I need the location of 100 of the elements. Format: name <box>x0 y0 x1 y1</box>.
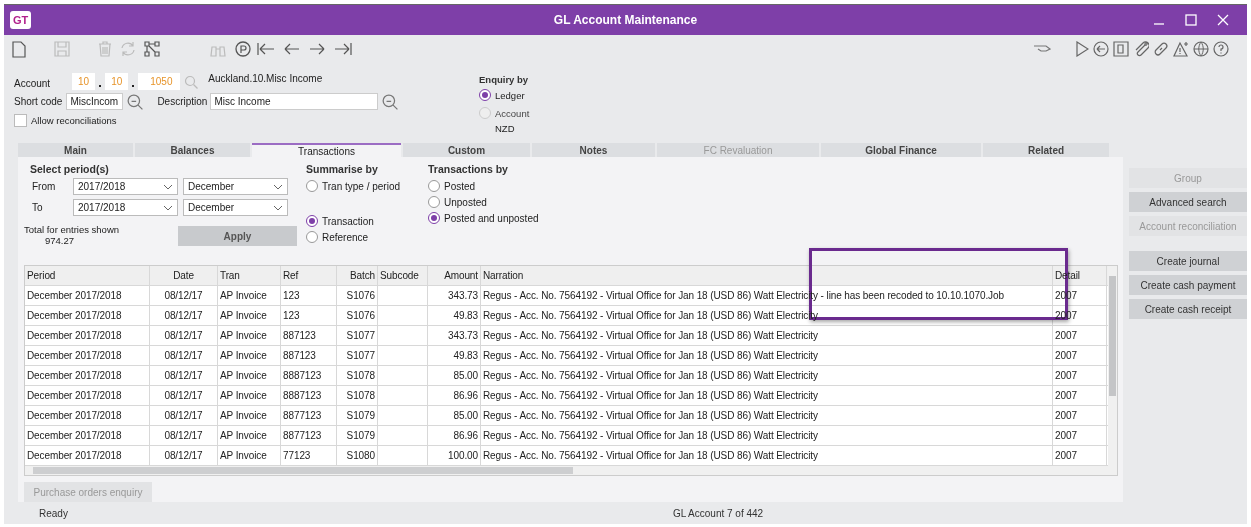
table-cell: 2007 <box>1055 330 1077 341</box>
chevron-down-icon <box>273 204 283 211</box>
table-cell: 08/12/17 <box>164 410 203 421</box>
scrollbar-thumb[interactable] <box>33 467 573 474</box>
table-cell: Regus - Acc. No. 7564192 - Virtual Office for Jan 18 (USD 86) Watt Electricity <box>483 330 818 341</box>
column-header[interactable]: Date <box>150 266 218 285</box>
table-cell: 86.96 <box>453 430 478 441</box>
globe-icon[interactable] <box>1193 41 1209 57</box>
last-record-icon[interactable] <box>334 42 352 56</box>
search-icon[interactable] <box>382 93 399 110</box>
hierarchy-icon[interactable] <box>144 41 160 57</box>
table-cell: 887123 <box>283 350 316 361</box>
tab[interactable]: Main <box>18 143 133 157</box>
play-icon[interactable] <box>1075 41 1089 57</box>
tab[interactable]: Custom <box>403 143 530 157</box>
year-dropdown[interactable]: 2017/2018 <box>73 178 178 195</box>
column-header[interactable]: Narration <box>481 266 1053 285</box>
vertical-scrollbar[interactable] <box>1108 266 1117 475</box>
tab[interactable]: Related <box>983 143 1109 157</box>
month-dropdown[interactable]: December <box>183 178 288 195</box>
table-cell: Regus - Acc. No. 7564192 - Virtual Office for Jan 18 (USD 86) Watt Electricity <box>483 450 818 461</box>
search-icon[interactable] <box>127 93 144 110</box>
radio-button[interactable] <box>428 196 440 208</box>
table-cell: December 2017/2018 <box>27 390 122 401</box>
help-icon[interactable] <box>1213 41 1229 57</box>
table-cell: December 2017/2018 <box>27 430 122 441</box>
table-cell: 887123 <box>283 330 316 341</box>
column-header[interactable]: Amount <box>428 266 481 285</box>
table-cell: AP Invoice <box>220 290 267 301</box>
table-cell: 100.00 <box>448 450 478 461</box>
table-cell: 08/12/17 <box>164 450 203 461</box>
warning-icon[interactable] <box>1173 41 1189 57</box>
link-icon[interactable] <box>1153 41 1169 57</box>
field-label: To <box>32 202 44 213</box>
table-cell: 2007 <box>1055 430 1077 441</box>
description-field[interactable]: Misc Income <box>210 93 379 110</box>
table-cell: Regus - Acc. No. 7564192 - Virtual Office for Jan 18 (USD 86) Watt Electricity <box>483 430 818 441</box>
first-record-icon[interactable] <box>257 42 275 56</box>
radio-label: Transaction <box>322 215 374 227</box>
next-record-icon[interactable] <box>309 42 325 56</box>
field-label: Description <box>157 96 208 107</box>
table-cell: AP Invoice <box>220 310 267 321</box>
window-title: GL Account Maintenance <box>553 13 698 27</box>
table-cell: AP Invoice <box>220 450 267 461</box>
table-cell: 2007 <box>1055 350 1077 361</box>
total-value: 974.27 <box>45 235 76 246</box>
checkbox[interactable] <box>14 114 27 127</box>
record-counter: GL Account 7 of 442 <box>672 507 764 519</box>
app-logo: GT <box>10 11 32 29</box>
apply-button[interactable]: Apply <box>178 226 297 246</box>
maximize-icon[interactable] <box>1185 14 1197 26</box>
column-header[interactable]: Tran <box>218 266 281 285</box>
table-cell: S1079 <box>346 410 375 421</box>
table-cell: AP Invoice <box>220 430 267 441</box>
back-circle-icon[interactable] <box>1093 41 1109 57</box>
radio-label: Posted and unposted <box>444 212 539 224</box>
tab[interactable]: Global Finance <box>821 143 981 157</box>
action-button[interactable]: Create journal <box>1129 251 1247 271</box>
close-icon[interactable] <box>1217 14 1229 26</box>
short-code-field[interactable]: MiscIncom <box>66 93 124 110</box>
circle-p-icon[interactable] <box>235 41 251 57</box>
scrollbar-thumb[interactable] <box>1109 276 1116 396</box>
table-cell: 8887123 <box>283 370 322 381</box>
tab[interactable]: Balances <box>135 143 250 157</box>
column-header[interactable]: Ref <box>281 266 337 285</box>
new-document-icon[interactable] <box>12 40 26 58</box>
table-cell: S1076 <box>346 310 375 321</box>
chevron-down-icon <box>273 183 283 190</box>
column-header[interactable]: Subcode <box>378 266 428 285</box>
radio-button[interactable] <box>479 89 491 101</box>
total-label: Total for entries shown <box>24 224 121 235</box>
radio-button[interactable] <box>428 212 440 224</box>
radio-button[interactable] <box>306 231 318 243</box>
action-button[interactable]: Create cash receipt <box>1129 299 1247 319</box>
paperclip-icon[interactable] <box>1133 41 1149 57</box>
tab[interactable]: Transactions <box>252 143 401 157</box>
group-title: Select period(s) <box>30 163 110 175</box>
tab[interactable]: Notes <box>532 143 655 157</box>
radio-label: Tran type / period <box>322 180 400 192</box>
previous-record-icon[interactable] <box>284 42 300 56</box>
column-header[interactable]: Period <box>25 266 150 285</box>
action-button[interactable]: Create cash payment <box>1129 275 1247 295</box>
status-text: Ready <box>39 507 68 519</box>
table-cell: 08/12/17 <box>164 370 203 381</box>
action-button[interactable]: Advanced search <box>1129 192 1247 212</box>
radio-button[interactable] <box>428 180 440 192</box>
column-header[interactable]: Batch <box>337 266 378 285</box>
document-icon[interactable] <box>1113 41 1129 57</box>
radio-label: Unposted <box>444 196 487 208</box>
year-dropdown[interactable]: 2017/2018 <box>73 199 178 216</box>
month-dropdown[interactable]: December <box>183 199 288 216</box>
table-cell: 08/12/17 <box>164 290 203 301</box>
radio-button[interactable] <box>306 215 318 227</box>
radio-button[interactable] <box>306 180 318 192</box>
table-cell: S1076 <box>346 290 375 301</box>
chevron-down-icon <box>163 183 173 190</box>
table-cell: 8877123 <box>283 430 322 441</box>
table-cell: Regus - Acc. No. 7564192 - Virtual Office for Jan 18 (USD 86) Watt Electricity <box>483 410 818 421</box>
table-cell: December 2017/2018 <box>27 450 122 461</box>
horizontal-scrollbar[interactable] <box>25 466 1108 475</box>
